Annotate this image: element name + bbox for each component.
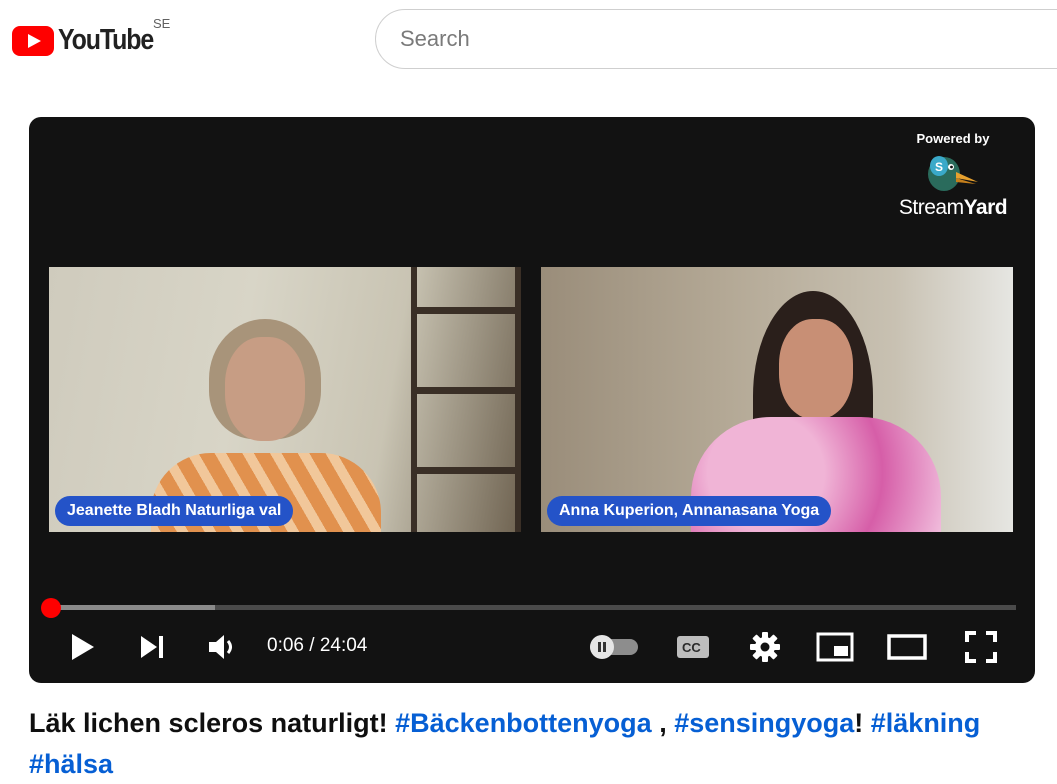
time-separator: /	[303, 635, 320, 656]
country-code: SE	[153, 16, 171, 31]
streamyard-watermark: Powered by S StreamYard	[893, 131, 1013, 220]
theater-mode-button[interactable]	[885, 627, 929, 667]
miniplayer-icon	[816, 632, 854, 662]
autoplay-toggle[interactable]	[587, 627, 641, 667]
video-title: Läk lichen scleros naturligt! #Bäckenbot…	[29, 703, 1039, 784]
miniplayer-button[interactable]	[815, 627, 855, 667]
video-title-text: Läk lichen scleros naturligt!	[29, 708, 396, 738]
current-time: 0:06	[267, 635, 304, 656]
participant-nametag: Jeanette Bladh Naturliga val	[55, 496, 294, 526]
fullscreen-button[interactable]	[961, 627, 1001, 667]
streamyard-duck-icon: S	[928, 156, 978, 191]
progress-bar[interactable]	[49, 605, 1016, 610]
settings-button[interactable]	[745, 627, 785, 667]
hashtag-link[interactable]: #läkning	[871, 708, 981, 738]
title-separator: ,	[651, 708, 675, 738]
hashtag-link[interactable]: #sensingyoga	[674, 708, 854, 738]
next-icon	[141, 636, 163, 658]
participant-tile-right: Anna Kuperion, Annanasana Yoga	[541, 267, 1013, 532]
hashtag-link[interactable]: #Bäckenbottenyoga	[395, 708, 652, 738]
powered-by-label: Powered by	[916, 131, 990, 146]
youtube-wordmark: YouTube	[58, 24, 154, 56]
hashtag-link[interactable]: #hälsa	[29, 749, 113, 779]
play-icon	[72, 634, 94, 660]
youtube-play-logo-icon	[12, 25, 54, 56]
video-player[interactable]: Powered by S StreamYard Jeanette Bladh N…	[29, 117, 1035, 683]
participant-tile-left: Jeanette Bladh Naturliga val	[49, 267, 521, 532]
next-button[interactable]	[135, 627, 169, 667]
captions-icon: CC	[677, 636, 709, 658]
title-separator: !	[854, 708, 871, 738]
svg-text:S: S	[935, 160, 943, 174]
progress-scrubber-handle[interactable]	[41, 598, 61, 618]
fullscreen-icon	[965, 631, 997, 663]
youtube-logo[interactable]: YouTube	[12, 24, 169, 57]
volume-icon	[209, 635, 232, 659]
svg-text:CC: CC	[682, 640, 701, 655]
participant-face	[779, 319, 853, 419]
volume-button[interactable]	[205, 627, 241, 667]
bookshelf	[411, 267, 521, 532]
progress-buffered	[49, 605, 216, 610]
play-button[interactable]	[65, 627, 99, 667]
theater-icon	[887, 634, 927, 660]
search-input[interactable]	[400, 10, 1040, 68]
streamyard-brand: StreamYard	[898, 196, 1008, 219]
autoplay-toggle-icon	[590, 635, 638, 659]
search-box[interactable]	[375, 9, 1057, 69]
duration: 24:04	[319, 635, 368, 656]
captions-button[interactable]: CC	[673, 627, 713, 667]
gear-icon	[750, 632, 780, 662]
participant-face	[225, 337, 305, 441]
time-display: 0:06 / 24:04	[267, 635, 367, 657]
participant-nametag: Anna Kuperion, Annanasana Yoga	[547, 496, 832, 526]
